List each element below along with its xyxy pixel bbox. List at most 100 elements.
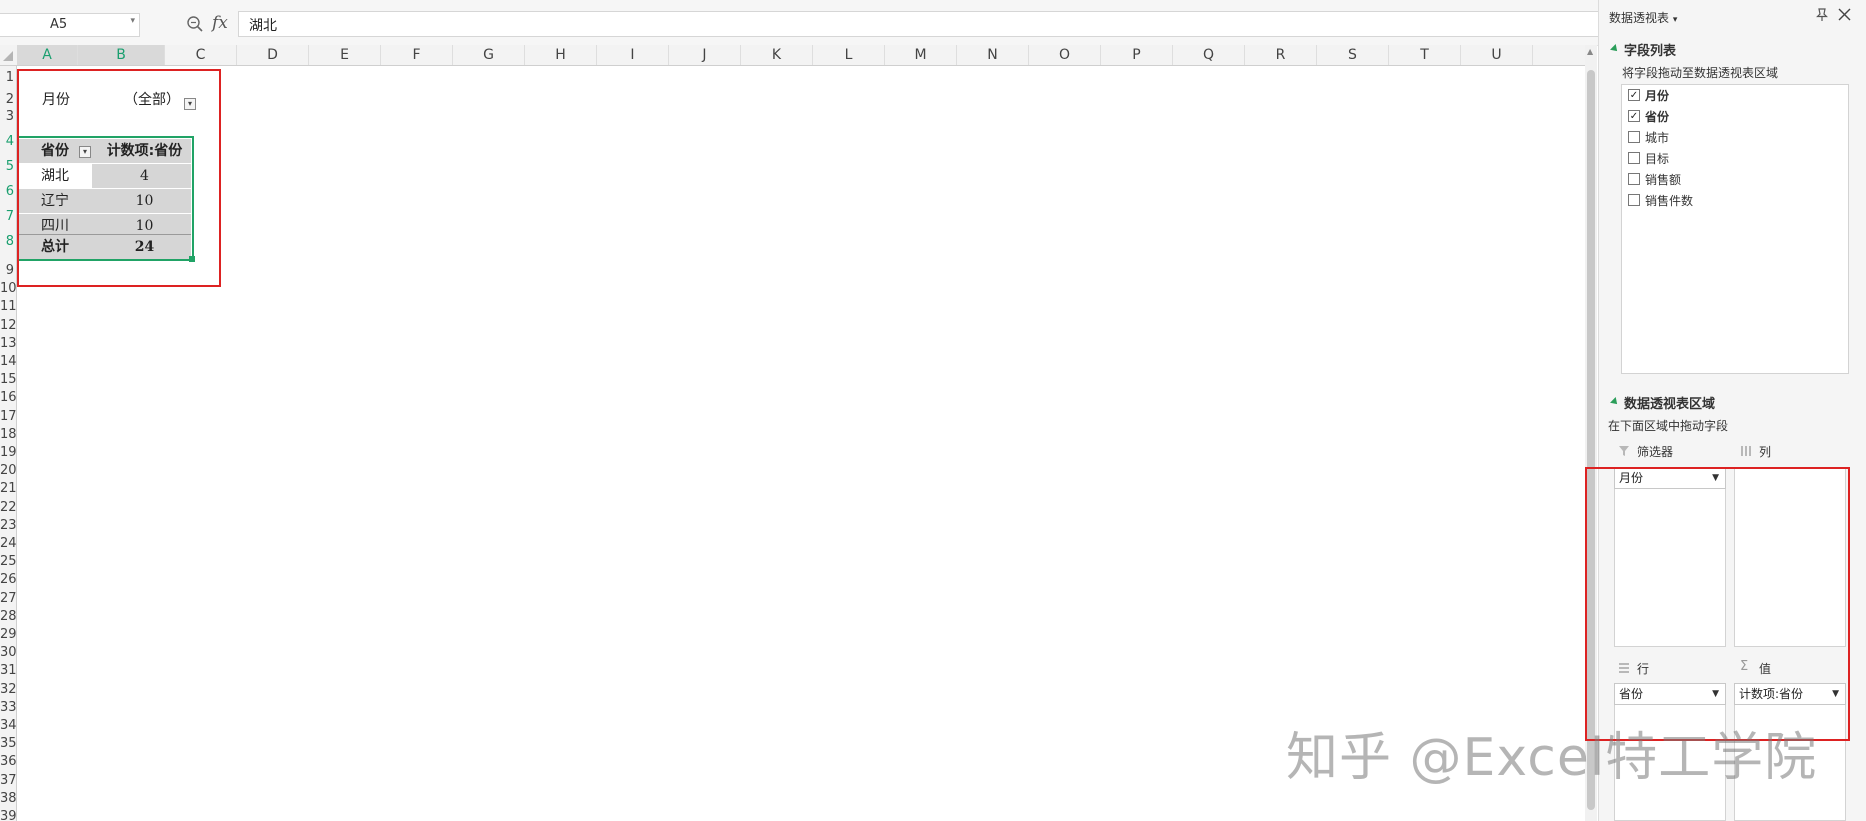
row-header[interactable]: 15 <box>0 371 16 389</box>
row-header[interactable]: 38 <box>0 790 16 808</box>
filter-icon <box>1619 446 1629 456</box>
watermark: 知乎 @Excel特工学院 <box>1286 728 1818 788</box>
row-header[interactable]: 26 <box>0 571 16 589</box>
column-header[interactable]: G <box>453 45 525 65</box>
row-header[interactable]: 35 <box>0 735 16 753</box>
scroll-up-icon[interactable]: ▲ <box>1587 47 1593 56</box>
field-list-box <box>1621 84 1849 374</box>
column-header[interactable]: N <box>957 45 1029 65</box>
column-header[interactable]: D <box>237 45 309 65</box>
column-header[interactable]: F <box>381 45 453 65</box>
row-header[interactable]: 19 <box>0 444 16 462</box>
pane-title-text: 数据透视表 <box>1609 11 1670 25</box>
row-header[interactable]: 24 <box>0 535 16 553</box>
column-header[interactable]: A <box>17 45 78 65</box>
fx-icon[interactable]: fx <box>212 13 228 33</box>
column-header[interactable]: O <box>1029 45 1101 65</box>
formula-input[interactable]: 湖北 <box>238 11 1600 37</box>
column-header[interactable]: K <box>741 45 813 65</box>
column-header[interactable]: R <box>1245 45 1317 65</box>
row-header[interactable]: 20 <box>0 462 16 480</box>
field-checkbox-month[interactable]: ✓ <box>1628 89 1640 101</box>
row-header[interactable]: 12 <box>0 317 16 335</box>
column-header[interactable]: E <box>309 45 381 65</box>
pane-title-caret: ▾ <box>1672 15 1678 25</box>
row-header[interactable]: 6 <box>0 183 16 201</box>
row-header[interactable]: 27 <box>0 590 16 608</box>
column-header[interactable]: H <box>525 45 597 65</box>
filter-area-label: 筛选器 <box>1637 445 1674 459</box>
field-checkbox-units[interactable] <box>1628 194 1640 206</box>
field-label-province[interactable]: 省份 <box>1645 108 1669 125</box>
highlight-box-areas <box>1585 467 1850 741</box>
column-header[interactable]: M <box>885 45 957 65</box>
pane-title[interactable]: 数据透视表 ▾ <box>1609 9 1677 26</box>
row-header[interactable]: 29 <box>0 626 16 644</box>
row-header[interactable]: 23 <box>0 517 16 535</box>
row-header[interactable]: 34 <box>0 717 16 735</box>
select-all-corner[interactable] <box>0 45 16 65</box>
field-label-month[interactable]: 月份 <box>1645 87 1669 104</box>
areas-title: 数据透视表区域 <box>1624 397 1716 412</box>
field-label-target[interactable]: 目标 <box>1645 150 1669 167</box>
column-area-label: 列 <box>1759 445 1772 459</box>
row-header[interactable]: 2 <box>0 91 16 109</box>
column-header[interactable]: C <box>165 45 237 65</box>
row-header[interactable]: 11 <box>0 298 16 316</box>
row-header[interactable]: 3 <box>0 108 16 126</box>
row-header[interactable]: 10 <box>0 280 16 298</box>
field-list-hint: 将字段拖动至数据透视表区域 <box>1622 66 1779 80</box>
row-header[interactable]: 14 <box>0 353 16 371</box>
row-header[interactable]: 33 <box>0 699 16 717</box>
field-checkbox-sales[interactable] <box>1628 173 1640 185</box>
row-header[interactable]: 21 <box>0 480 16 498</box>
pin-icon[interactable] <box>1814 7 1830 23</box>
formula-value: 湖北 <box>249 18 277 34</box>
areas-hint: 在下面区域中拖动字段 <box>1608 419 1729 433</box>
field-label-sales[interactable]: 销售额 <box>1645 171 1681 188</box>
column-header[interactable]: Q <box>1173 45 1245 65</box>
column-header-bar: ABCDEFGHIJKLMNOPQRSTU <box>0 45 1590 66</box>
row-header[interactable]: 1 <box>0 69 16 87</box>
row-header[interactable]: 36 <box>0 753 16 771</box>
row-header[interactable]: 16 <box>0 389 16 407</box>
row-header[interactable]: 28 <box>0 608 16 626</box>
column-header[interactable]: B <box>78 45 165 65</box>
row-header[interactable]: 22 <box>0 499 16 517</box>
column-header[interactable]: L <box>813 45 885 65</box>
name-box[interactable]: A5 ▾ <box>0 13 140 37</box>
field-label-city[interactable]: 城市 <box>1645 129 1669 146</box>
highlight-box-pivot <box>17 69 221 287</box>
zoom-icon[interactable] <box>186 15 204 33</box>
row-header[interactable]: 5 <box>0 158 16 176</box>
field-checkbox-city[interactable] <box>1628 131 1640 143</box>
field-checkbox-province[interactable]: ✓ <box>1628 110 1640 122</box>
column-header[interactable]: P <box>1101 45 1173 65</box>
column-header[interactable]: I <box>597 45 669 65</box>
column-header[interactable]: S <box>1317 45 1389 65</box>
field-label-units[interactable]: 销售件数 <box>1645 192 1693 209</box>
name-box-value: A5 <box>50 17 68 32</box>
row-header[interactable]: 7 <box>0 208 16 226</box>
row-header[interactable]: 32 <box>0 681 16 699</box>
field-list-title: 字段列表 <box>1624 44 1677 59</box>
row-header[interactable]: 37 <box>0 772 16 790</box>
field-checkbox-target[interactable] <box>1628 152 1640 164</box>
row-header[interactable]: 8 <box>0 233 16 251</box>
row-header-bar: 1 2 3 4 5 6 7 8 9 10 11 12 13 14 15 16 17 18 19 20 21 22 23 24 2… <box>0 66 17 821</box>
column-header[interactable]: T <box>1389 45 1461 65</box>
columns-icon <box>1741 446 1751 456</box>
row-header[interactable]: 39 <box>0 808 16 821</box>
row-header[interactable]: 13 <box>0 335 16 353</box>
close-icon[interactable] <box>1838 8 1851 21</box>
column-header[interactable]: U <box>1461 45 1533 65</box>
row-header[interactable]: 18 <box>0 426 16 444</box>
row-header[interactable]: 25 <box>0 553 16 571</box>
column-header[interactable]: J <box>669 45 741 65</box>
row-header[interactable]: 9 <box>0 262 16 280</box>
chevron-down-icon[interactable]: ▾ <box>130 16 135 26</box>
row-header[interactable]: 17 <box>0 408 16 426</box>
row-header[interactable]: 31 <box>0 662 16 680</box>
row-header[interactable]: 30 <box>0 644 16 662</box>
row-header[interactable]: 4 <box>0 133 16 151</box>
